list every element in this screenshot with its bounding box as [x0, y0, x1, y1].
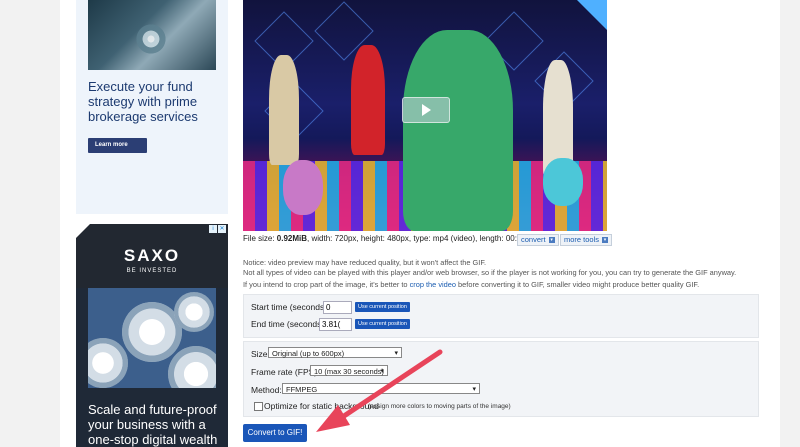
annotation-arrow: [316, 349, 443, 432]
